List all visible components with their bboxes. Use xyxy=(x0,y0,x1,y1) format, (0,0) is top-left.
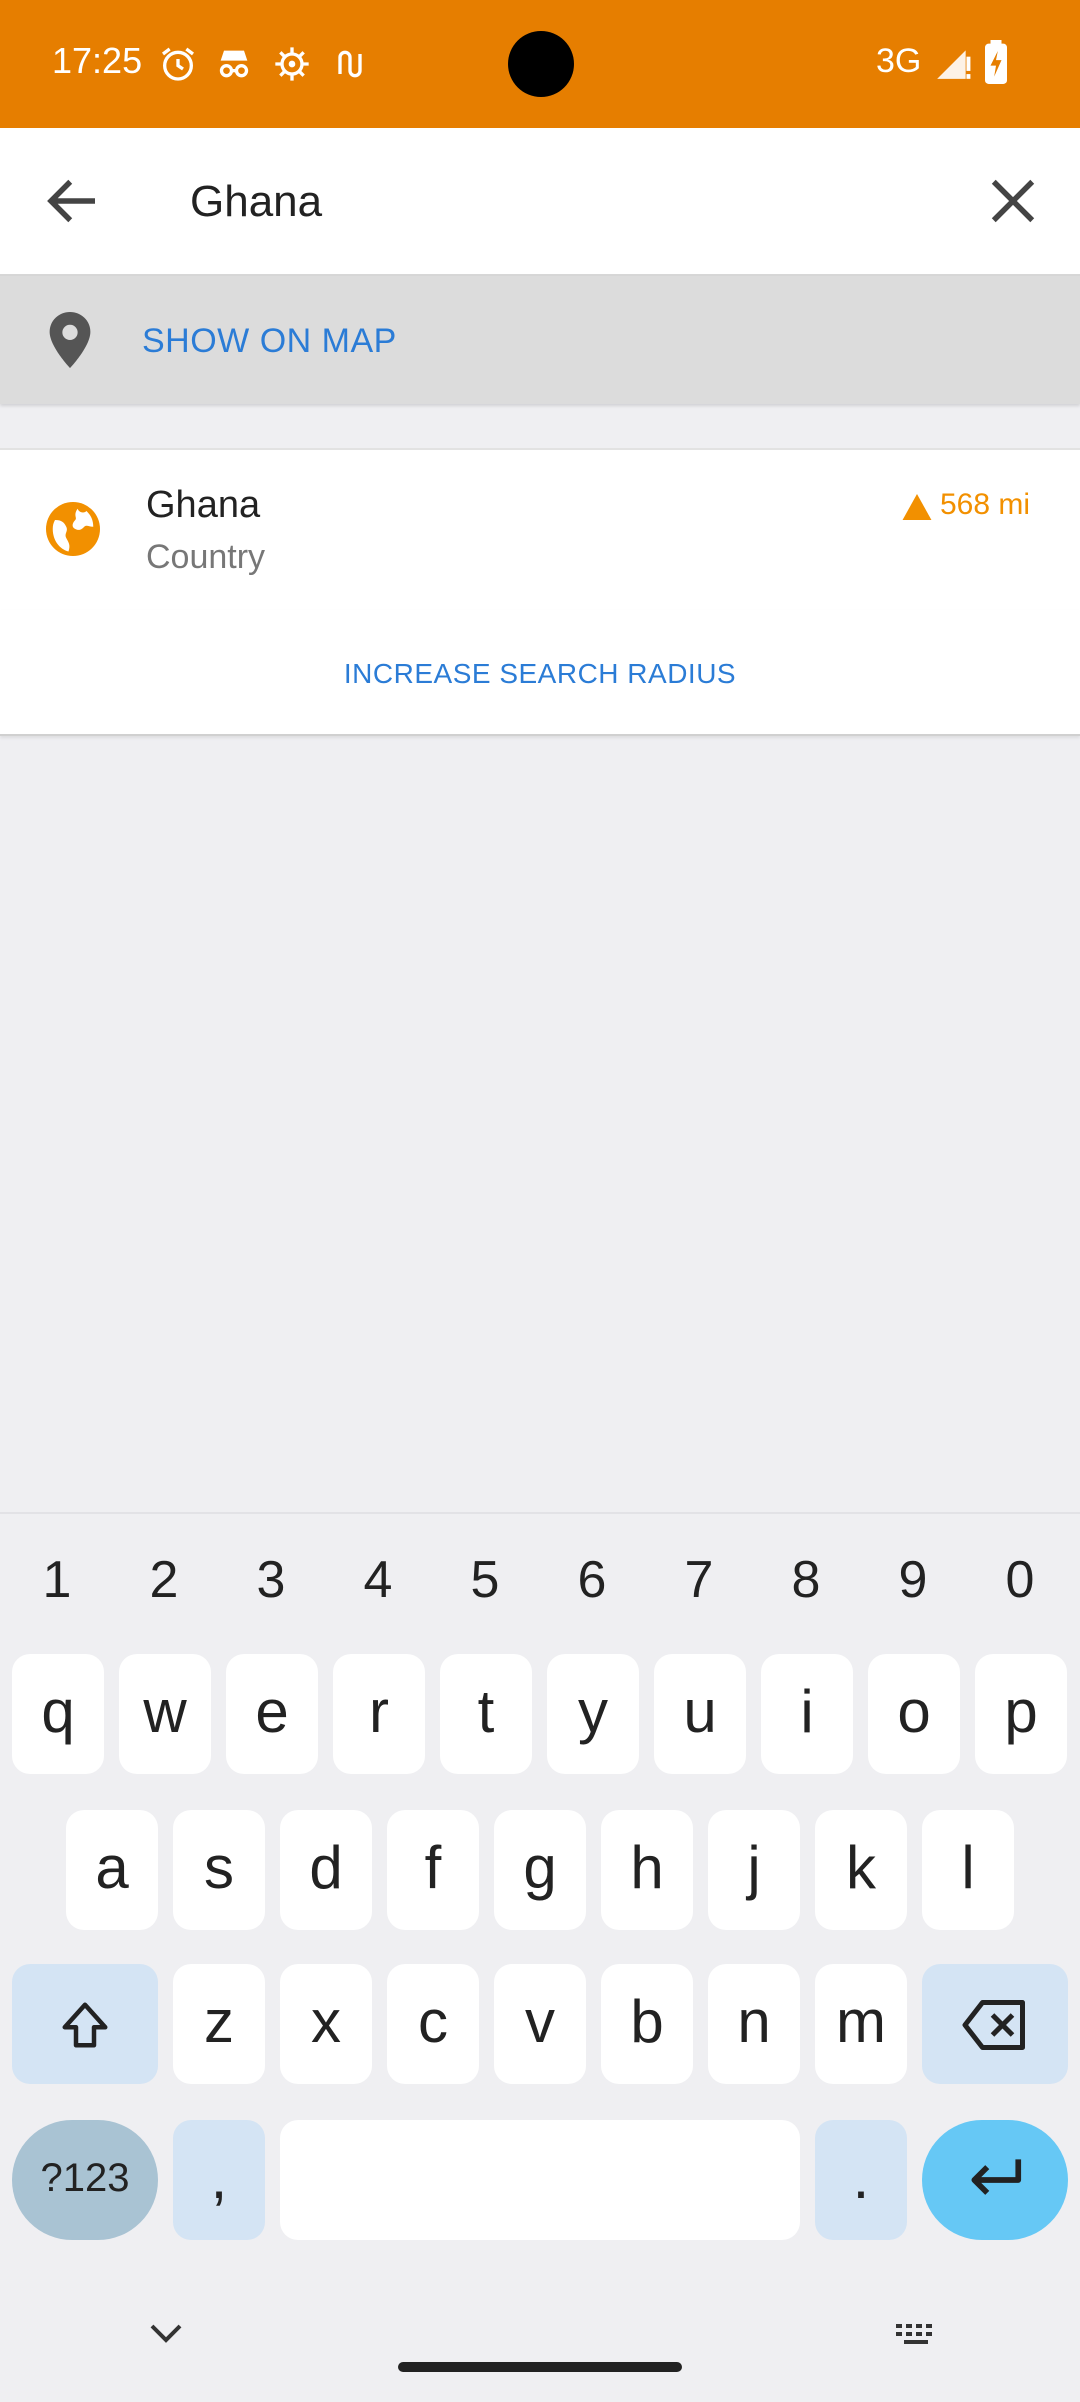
shift-key[interactable] xyxy=(12,1964,158,2084)
search-bar xyxy=(0,128,1080,276)
increase-search-radius-button[interactable]: INCREASE SEARCH RADIUS xyxy=(0,610,1080,736)
key-3[interactable]: 3 xyxy=(228,1550,314,1610)
key-v[interactable]: v xyxy=(494,1964,586,2084)
key-f[interactable]: f xyxy=(387,1810,479,1930)
back-arrow-icon[interactable] xyxy=(40,168,106,234)
vpn-icon xyxy=(338,50,362,78)
key-h[interactable]: h xyxy=(601,1810,693,1930)
key-g[interactable]: g xyxy=(494,1810,586,1930)
increase-search-radius-label: INCREASE SEARCH RADIUS xyxy=(343,658,737,689)
keyboard-switch-icon[interactable] xyxy=(894,2320,938,2352)
key-r[interactable]: r xyxy=(333,1654,425,1774)
enter-arrow-icon xyxy=(971,2159,1022,2195)
key-d[interactable]: d xyxy=(280,1810,372,1930)
key-i[interactable]: i xyxy=(761,1654,853,1774)
show-on-map-button[interactable]: SHOW ON MAP xyxy=(0,276,1080,404)
key-u[interactable]: u xyxy=(654,1654,746,1774)
key-1[interactable]: 1 xyxy=(14,1550,100,1610)
alarm-icon xyxy=(162,47,194,81)
key-q[interactable]: q xyxy=(12,1654,104,1774)
key-e[interactable]: e xyxy=(226,1654,318,1774)
shift-icon xyxy=(62,2002,108,2048)
key-t[interactable]: t xyxy=(440,1654,532,1774)
result-name: Ghana xyxy=(146,484,261,526)
key-b[interactable]: b xyxy=(601,1964,693,2084)
key-j[interactable]: j xyxy=(708,1810,800,1930)
status-time: 17:25 xyxy=(52,40,143,81)
key-5[interactable]: 5 xyxy=(442,1550,528,1610)
key-x[interactable]: x xyxy=(280,1964,372,2084)
globe-icon xyxy=(46,502,100,556)
search-input[interactable] xyxy=(188,164,972,240)
key-6[interactable]: 6 xyxy=(549,1550,635,1610)
key-9[interactable]: 9 xyxy=(870,1550,956,1610)
incognito-icon xyxy=(219,50,249,78)
status-bar: 17:25 3G xyxy=(0,0,1080,128)
soft-keyboard: 1 2 3 4 5 6 7 8 9 0 q w e r t y u i o p … xyxy=(0,1512,1080,2402)
enter-key[interactable] xyxy=(922,2120,1068,2240)
symbols-key[interactable]: ?123 xyxy=(12,2120,158,2240)
home-indicator[interactable] xyxy=(398,2362,682,2372)
settings-gear-icon xyxy=(275,47,309,81)
key-7[interactable]: 7 xyxy=(656,1550,742,1610)
battery-charging-icon xyxy=(985,40,1007,84)
key-8[interactable]: 8 xyxy=(763,1550,849,1610)
camera-cutout xyxy=(508,31,574,97)
key-z[interactable]: z xyxy=(173,1964,265,2084)
key-m[interactable]: m xyxy=(815,1964,907,2084)
key-c[interactable]: c xyxy=(387,1964,479,2084)
key-2[interactable]: 2 xyxy=(121,1550,207,1610)
period-key[interactable]: . xyxy=(815,2120,907,2240)
network-type: 3G xyxy=(876,42,922,80)
map-pin-icon xyxy=(49,312,91,368)
key-o[interactable]: o xyxy=(868,1654,960,1774)
key-y[interactable]: y xyxy=(547,1654,639,1774)
key-0[interactable]: 0 xyxy=(977,1550,1063,1610)
comma-key[interactable]: , xyxy=(173,2120,265,2240)
backspace-icon xyxy=(962,2000,1025,2050)
signal-icon xyxy=(937,50,971,79)
key-n[interactable]: n xyxy=(708,1964,800,2084)
space-key[interactable] xyxy=(280,2120,800,2240)
key-a[interactable]: a xyxy=(66,1810,158,1930)
key-s[interactable]: s xyxy=(173,1810,265,1930)
close-icon[interactable] xyxy=(980,168,1046,234)
direction-arrow-icon xyxy=(902,494,932,520)
key-w[interactable]: w xyxy=(119,1654,211,1774)
key-p[interactable]: p xyxy=(975,1654,1067,1774)
key-k[interactable]: k xyxy=(815,1810,907,1930)
result-distance: 568 mi xyxy=(940,488,1031,521)
chevron-down-icon[interactable] xyxy=(146,2320,186,2348)
backspace-key[interactable] xyxy=(922,1964,1068,2084)
search-result-item[interactable]: Ghana Country 568 mi xyxy=(0,448,1080,612)
key-l[interactable]: l xyxy=(922,1810,1014,1930)
show-on-map-label: SHOW ON MAP xyxy=(142,322,397,360)
result-type: Country xyxy=(146,538,266,576)
key-4[interactable]: 4 xyxy=(335,1550,421,1610)
